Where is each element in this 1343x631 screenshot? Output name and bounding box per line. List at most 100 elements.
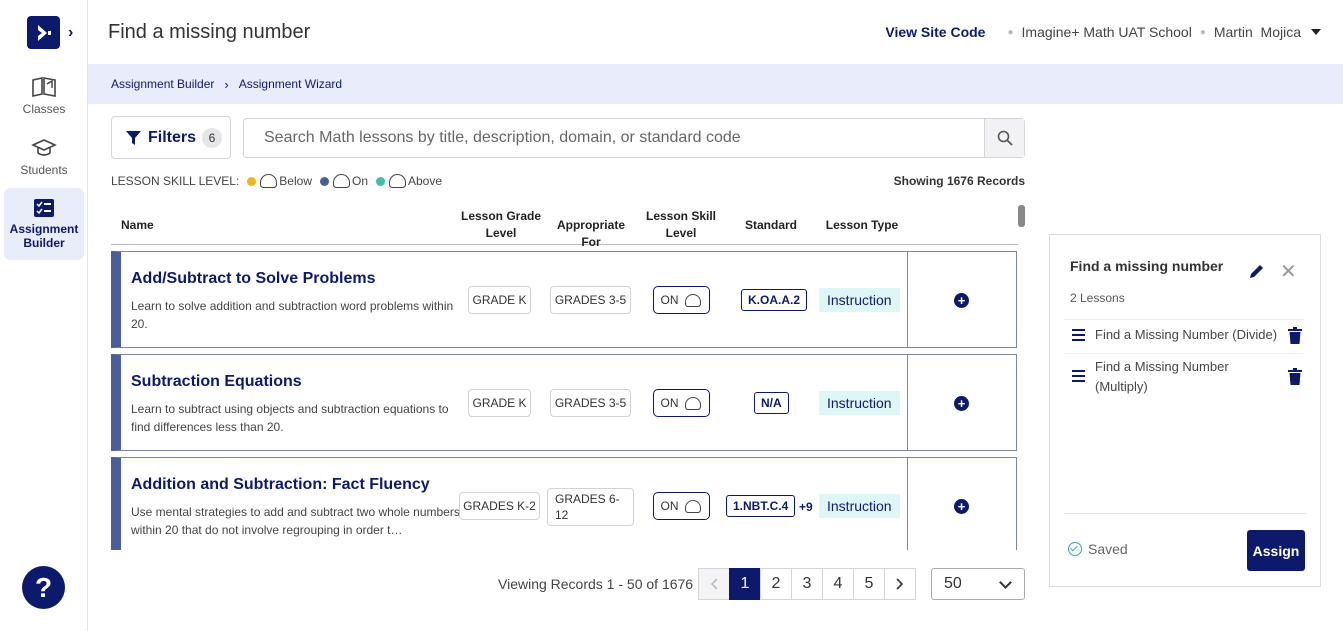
skill-chip: ON [653, 389, 710, 417]
gauge-mid-icon [332, 174, 350, 188]
per-page-select[interactable]: 50 [931, 568, 1025, 600]
list-item[interactable]: Find a Missing Number (Divide) [1064, 319, 1304, 351]
sidebar-item-label: Students [20, 163, 68, 177]
lesson-name: Find a Missing Number (Divide) [1095, 327, 1278, 342]
separator-dot: ● [1007, 26, 1014, 38]
column-header-type[interactable]: Lesson Type [817, 217, 907, 234]
expand-sidebar-icon[interactable]: › [68, 24, 73, 42]
chevron-down-icon [999, 576, 1012, 589]
row-divider [907, 355, 908, 450]
sidebar-item-label: Classes [22, 102, 66, 116]
drag-handle-icon[interactable] [1072, 329, 1085, 344]
grade-chip: GRADE K [468, 286, 531, 314]
skill-chip: ON [653, 492, 710, 520]
lesson-title[interactable]: Addition and Subtraction: Fact Fluency [131, 476, 430, 494]
lesson-count: 2 Lessons [1070, 291, 1125, 305]
prev-page-button[interactable] [698, 568, 730, 600]
lesson-title[interactable]: Add/Subtract to Solve Problems [131, 270, 375, 288]
pagination: 1 2 3 4 5 [698, 568, 916, 600]
panel-footer-divider [1064, 513, 1306, 514]
table-row[interactable]: Subtraction Equations Learn to subtract … [111, 354, 1017, 451]
checklist-icon [34, 199, 54, 217]
table-scrollbar[interactable] [1018, 205, 1025, 227]
trash-icon[interactable] [1288, 368, 1302, 390]
more-standards-count[interactable]: +9 [799, 500, 813, 514]
below-label: Below [279, 174, 312, 188]
assignment-title: Find a missing number [1070, 258, 1224, 274]
assign-button[interactable]: Assign [1247, 530, 1305, 571]
filters-button[interactable]: Filters 6 [111, 116, 231, 159]
standard-chip[interactable]: N/A [754, 392, 789, 414]
lesson-description: Learn to solve addition and subtraction … [131, 299, 454, 331]
add-lesson-button[interactable]: + [954, 293, 969, 308]
lesson-list: Add/Subtract to Solve Problems Learn to … [111, 245, 1018, 550]
school-name: Imagine+ Math UAT School [1021, 24, 1192, 40]
trash-icon[interactable] [1288, 327, 1302, 349]
lesson-type-badge: Instruction [819, 494, 900, 518]
column-header-name[interactable]: Name [121, 217, 154, 234]
appropriate-chip: GRADES 3-5 [550, 286, 631, 314]
row-divider [907, 458, 908, 550]
on-label: On [351, 174, 368, 188]
sidebar-item-label: Assignment Builder [9, 222, 79, 250]
list-item[interactable]: Find a Missing Number (Multiply) [1064, 353, 1304, 399]
lesson-type-badge: Instruction [819, 391, 900, 415]
above-dot [376, 176, 385, 186]
view-site-code-link[interactable]: View Site Code [885, 24, 985, 40]
filters-label: Filters [148, 128, 197, 146]
table-row[interactable]: Addition and Subtraction: Fact Fluency U… [111, 457, 1017, 550]
skill-value: ON [660, 396, 679, 410]
filters-count-badge: 6 [202, 127, 223, 148]
close-icon[interactable]: ✕ [1280, 262, 1297, 282]
separator-dot: ● [1199, 26, 1206, 38]
gauge-low-icon [260, 174, 278, 188]
column-header-skill[interactable]: Lesson Skill Level [641, 208, 721, 242]
standard-chip[interactable]: 1.NBT.C.4 [726, 495, 796, 517]
page-button-3[interactable]: 3 [791, 568, 823, 600]
saved-label: Saved [1088, 541, 1128, 557]
filter-icon [126, 130, 141, 145]
appropriate-chip: GRADES 6-12 [547, 488, 634, 526]
check-circle-icon [1068, 542, 1082, 556]
appropriate-chip: GRADES 3-5 [550, 389, 631, 417]
table-header: Name Lesson Grade Level Appropriate For … [111, 206, 1018, 249]
gauge-icon [684, 293, 701, 307]
pencil-icon[interactable] [1248, 263, 1265, 285]
gauge-high-icon [389, 174, 406, 188]
add-lesson-button[interactable]: + [954, 396, 969, 411]
next-page-button[interactable] [884, 568, 916, 600]
assignment-panel: Find a missing number ✕ 2 Lessons Find a… [1049, 234, 1321, 587]
row-divider [907, 252, 908, 347]
sidebar-item-assignment-builder[interactable]: Assignment Builder [4, 188, 84, 260]
per-page-value: 50 [944, 575, 962, 592]
graduation-cap-icon [31, 139, 57, 156]
standard-chip[interactable]: K.OA.A.2 [741, 289, 808, 311]
sidebar-item-classes[interactable]: Classes [4, 76, 84, 120]
add-lesson-button[interactable]: + [954, 499, 969, 514]
user-menu[interactable]: Martin Mojica [1214, 24, 1301, 40]
records-count: Showing 1676 Records [893, 174, 1025, 188]
drag-handle-icon[interactable] [1072, 370, 1085, 385]
skill-value: ON [660, 499, 679, 513]
page-button-1[interactable]: 1 [729, 568, 761, 600]
table-row[interactable]: Add/Subtract to Solve Problems Learn to … [111, 251, 1017, 348]
search-input[interactable] [244, 119, 984, 157]
page-button-5[interactable]: 5 [853, 568, 885, 600]
column-header-grade[interactable]: Lesson Grade Level [456, 208, 546, 242]
sidebar-item-students[interactable]: Students [4, 137, 84, 181]
page-button-2[interactable]: 2 [760, 568, 792, 600]
search-icon [997, 130, 1013, 146]
page-button-4[interactable]: 4 [822, 568, 854, 600]
lesson-title[interactable]: Subtraction Equations [131, 373, 302, 391]
gauge-icon [684, 499, 701, 513]
search-button[interactable] [984, 119, 1024, 157]
breadcrumb-assignment-wizard[interactable]: Assignment Wizard [239, 77, 342, 91]
column-header-standard[interactable]: Standard [731, 217, 811, 234]
caret-down-icon[interactable] [1311, 29, 1321, 35]
help-button[interactable]: ? [22, 566, 65, 609]
breadcrumb-assignment-builder[interactable]: Assignment Builder [111, 77, 214, 91]
skill-level-legend: LESSON SKILL LEVEL: Below On Above [111, 174, 442, 188]
skill-chip: ON [653, 286, 710, 314]
grade-chip: GRADE K [468, 389, 531, 417]
app-logo[interactable] [27, 16, 60, 49]
